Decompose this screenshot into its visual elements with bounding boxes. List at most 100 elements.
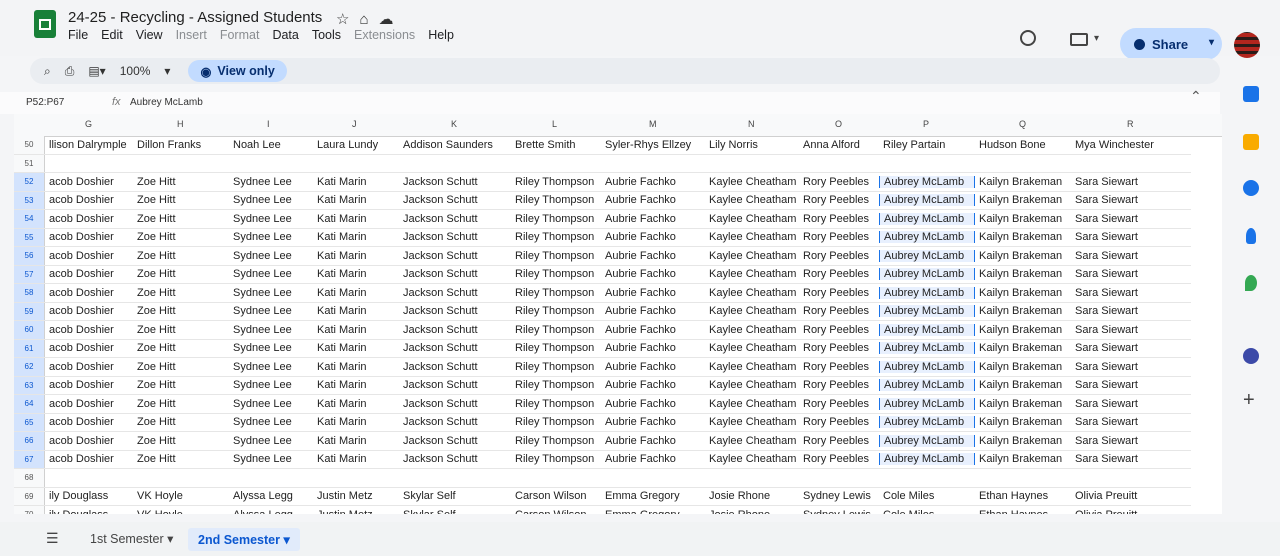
cell[interactable]: acob Doshier [45,435,133,447]
cell[interactable]: Sara Siewart [1071,416,1191,428]
cell[interactable]: Rory Peebles [799,268,879,280]
cell[interactable]: acob Doshier [45,231,133,243]
cell[interactable]: Kaylee Cheatham [705,268,799,280]
cell[interactable]: acob Doshier [45,398,133,410]
all-sheets-menu-icon[interactable]: ☰ [46,530,59,547]
cell[interactable]: Brette Smith [511,139,601,151]
keep-icon[interactable] [1243,134,1259,150]
cell[interactable]: Zoe Hitt [133,324,229,336]
cell[interactable]: Kati Marin [313,379,399,391]
cell[interactable]: Kailyn Brakeman [975,194,1071,206]
cell[interactable]: Sara Siewart [1071,194,1191,206]
cell[interactable]: Jackson Schutt [399,194,511,206]
cell[interactable]: Aubrie Fachko [601,435,705,447]
cell[interactable]: Zoe Hitt [133,287,229,299]
row-number[interactable]: 66 [14,432,45,450]
cell[interactable]: Sara Siewart [1071,231,1191,243]
cell[interactable]: Justin Metz [313,490,399,502]
cell[interactable]: Rory Peebles [799,324,879,336]
cell[interactable]: Zoe Hitt [133,250,229,262]
cell[interactable]: Sydnee Lee [229,398,313,410]
row-number[interactable]: 59 [14,302,45,320]
cell[interactable]: Rory Peebles [799,287,879,299]
cell[interactable]: acob Doshier [45,176,133,188]
cell[interactable]: Aubrey McLamb [879,212,975,225]
cell[interactable]: acob Doshier [45,194,133,206]
cell[interactable]: Jackson Schutt [399,250,511,262]
cell[interactable]: Jackson Schutt [399,231,511,243]
cell[interactable]: Sara Siewart [1071,250,1191,262]
cell[interactable]: Aubrie Fachko [601,324,705,336]
cell[interactable]: Riley Thompson [511,305,601,317]
cell[interactable]: Olivia Preuitt [1071,509,1191,514]
tab-2nd-semester[interactable]: 2nd Semester ▾ [188,528,300,551]
cell[interactable]: Syler-Rhys Ellzey [601,139,705,151]
cell[interactable]: Kailyn Brakeman [975,324,1071,336]
cell[interactable]: Aubrie Fachko [601,416,705,428]
cell[interactable]: Sara Siewart [1071,398,1191,410]
cell[interactable]: llison Dalrymple [45,139,133,151]
cell[interactable]: Rory Peebles [799,231,879,243]
cell[interactable]: Olivia Preuitt [1071,490,1191,502]
cell[interactable]: Rory Peebles [799,379,879,391]
cell[interactable]: Aubrie Fachko [601,361,705,373]
cell[interactable]: Sara Siewart [1071,287,1191,299]
cell[interactable]: Rory Peebles [799,435,879,447]
cell[interactable]: Rory Peebles [799,194,879,206]
cell[interactable]: acob Doshier [45,305,133,317]
cell[interactable]: Sydnee Lee [229,305,313,317]
cell[interactable]: Aubrey McLamb [879,416,975,429]
cell[interactable]: Ethan Haynes [975,490,1071,502]
addon-icon[interactable] [1243,348,1259,364]
cell[interactable]: Aubrey McLamb [879,249,975,262]
cell[interactable]: Sydnee Lee [229,379,313,391]
column-header-q[interactable]: Q [1019,119,1026,129]
cell[interactable]: Kati Marin [313,342,399,354]
cell[interactable]: Riley Thompson [511,324,601,336]
cell[interactable]: Kaylee Cheatham [705,361,799,373]
cell[interactable]: Carson Wilson [511,490,601,502]
cell[interactable]: Cole Miles [879,490,975,502]
cell[interactable]: Jackson Schutt [399,453,511,465]
column-header-l[interactable]: L [552,119,557,129]
zoom-select[interactable]: 100% [120,64,151,78]
cell[interactable]: Josie Rhone [705,490,799,502]
cell[interactable]: Sydney Lewis [799,490,879,502]
cell[interactable]: Sara Siewart [1071,268,1191,280]
cell[interactable]: acob Doshier [45,213,133,225]
menu-item-edit[interactable]: Edit [101,28,123,42]
cell[interactable]: Zoe Hitt [133,361,229,373]
row-number[interactable]: 53 [14,191,45,209]
cell[interactable]: Riley Thompson [511,379,601,391]
cell[interactable]: Jackson Schutt [399,416,511,428]
cell[interactable]: Anna Alford [799,139,879,151]
cell[interactable]: Sydnee Lee [229,361,313,373]
row-number[interactable]: 50 [14,136,45,154]
column-header-g[interactable]: G [85,119,92,129]
cell[interactable]: Riley Thompson [511,213,601,225]
maps-icon[interactable] [1245,275,1257,291]
cell[interactable]: Kati Marin [313,287,399,299]
cell[interactable]: Aubrie Fachko [601,268,705,280]
cell[interactable]: Zoe Hitt [133,453,229,465]
cell[interactable]: Aubrie Fachko [601,287,705,299]
cell[interactable]: Aubrey McLamb [879,453,975,466]
menu-item-file[interactable]: File [68,28,88,42]
tasks-icon[interactable] [1243,180,1259,196]
cell[interactable]: Kati Marin [313,176,399,188]
column-header-k[interactable]: K [451,119,457,129]
cell[interactable]: Kati Marin [313,435,399,447]
menu-item-extensions[interactable]: Extensions [354,28,415,42]
column-header-m[interactable]: M [649,119,657,129]
cell[interactable]: Riley Thompson [511,250,601,262]
share-button[interactable]: Share ▾ [1120,28,1222,60]
cell[interactable]: Kailyn Brakeman [975,361,1071,373]
cell[interactable]: Emma Gregory [601,509,705,514]
cell[interactable]: Jackson Schutt [399,268,511,280]
cell[interactable]: Kaylee Cheatham [705,342,799,354]
cell[interactable]: acob Doshier [45,268,133,280]
cell[interactable]: Kati Marin [313,305,399,317]
cell[interactable]: Aubrie Fachko [601,194,705,206]
cell[interactable]: Kailyn Brakeman [975,231,1071,243]
cell[interactable]: Kati Marin [313,324,399,336]
